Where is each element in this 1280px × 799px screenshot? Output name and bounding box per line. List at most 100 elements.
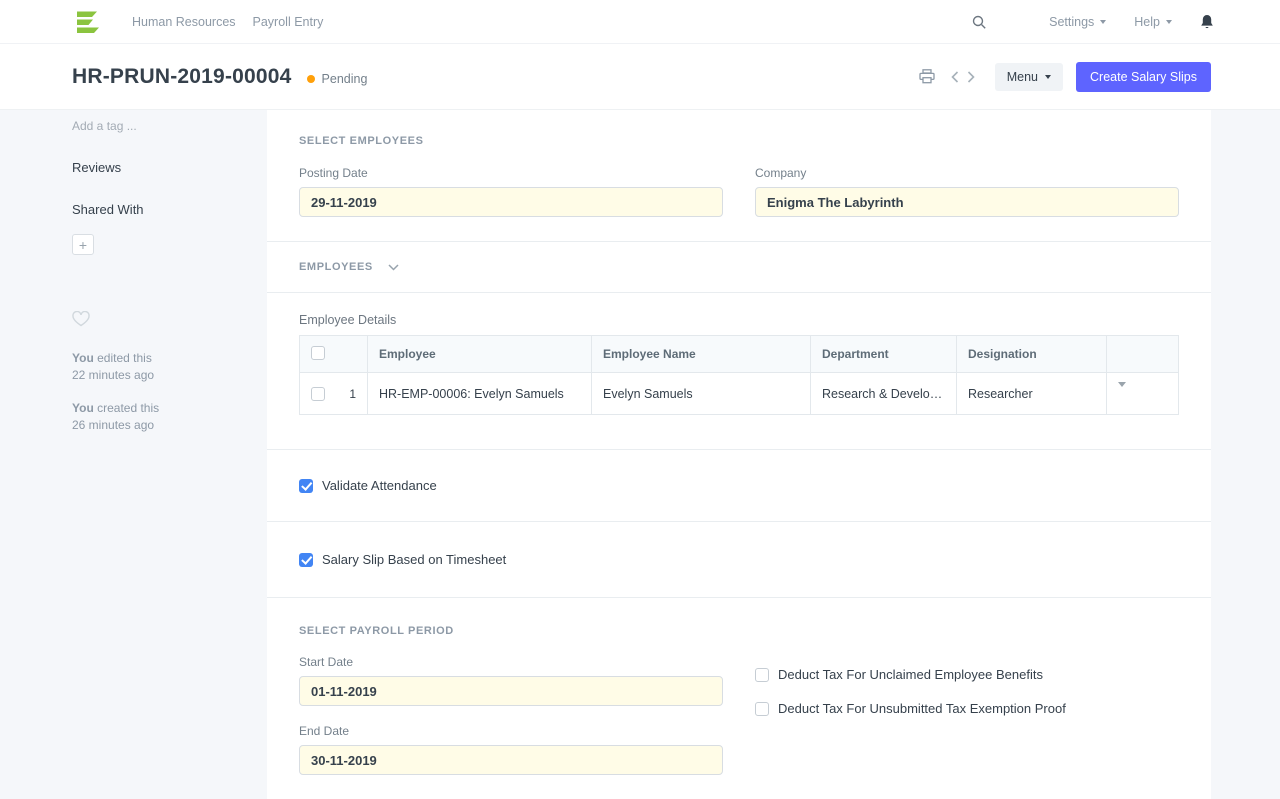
settings-menu[interactable]: Settings — [1049, 15, 1106, 29]
section-payroll-period: SELECT PAYROLL PERIOD Start Date End Dat… — [267, 598, 1211, 796]
next-record-button[interactable] — [963, 67, 979, 87]
grid-header-row: Employee Employee Name Department Design… — [300, 336, 1179, 373]
heart-icon — [72, 311, 90, 327]
navbar-actions: Settings Help — [971, 14, 1214, 30]
select-all-checkbox[interactable] — [311, 346, 325, 360]
status-dot-icon — [307, 75, 315, 83]
settings-label: Settings — [1049, 15, 1094, 29]
column-header-designation: Designation — [957, 336, 1107, 373]
help-menu[interactable]: Help — [1134, 15, 1172, 29]
end-date-field: End Date — [299, 724, 723, 775]
edited-info: You edited this 22 minutes ago — [72, 350, 252, 384]
breadcrumb-doctype[interactable]: Payroll Entry — [253, 15, 324, 29]
column-header-employee: Employee — [368, 336, 592, 373]
column-header-department: Department — [811, 336, 957, 373]
app-logo-icon — [72, 10, 102, 34]
add-tag-input[interactable]: Add a tag ... — [72, 119, 252, 133]
status-text: Pending — [322, 72, 368, 86]
posting-date-label: Posting Date — [299, 166, 723, 180]
checkbox-label: Salary Slip Based on Timesheet — [322, 552, 506, 567]
form-sidebar: Add a tag ... Reviews Shared With + You … — [72, 110, 252, 434]
cell-employee-name[interactable]: Evelyn Samuels — [592, 373, 811, 415]
checkbox-label: Deduct Tax For Unclaimed Employee Benefi… — [778, 667, 1043, 682]
navbar: Human Resources Payroll Entry Settings H… — [0, 0, 1280, 44]
checkbox-unchecked-icon[interactable] — [755, 668, 769, 682]
validate-attendance-checkbox-row[interactable]: Validate Attendance — [299, 478, 1179, 493]
row-index: 1 — [349, 387, 356, 401]
app-logo[interactable] — [72, 10, 102, 34]
sidebar-item-shared-with: Shared With — [72, 202, 252, 217]
created-action: created this — [94, 401, 159, 415]
share-add-button[interactable]: + — [72, 234, 94, 255]
salary-slip-timesheet-checkbox-row[interactable]: Salary Slip Based on Timesheet — [299, 552, 1179, 567]
company-label: Company — [755, 166, 1179, 180]
like-button[interactable] — [72, 311, 90, 327]
edited-who: You — [72, 351, 94, 365]
chevron-down-icon — [1100, 20, 1106, 24]
checkbox-label: Validate Attendance — [322, 478, 437, 493]
section-heading: SELECT EMPLOYEES — [299, 135, 1179, 147]
search-icon — [971, 14, 987, 30]
table-row: 1 HR-EMP-00006: Evelyn Samuels Evelyn Sa… — [300, 373, 1179, 415]
edited-when: 22 minutes ago — [72, 367, 252, 384]
section-select-employees: SELECT EMPLOYEES Posting Date Company — [267, 110, 1211, 242]
breadcrumb: Human Resources Payroll Entry — [132, 15, 323, 29]
section-employees-toggle[interactable]: EMPLOYEES — [267, 242, 1211, 293]
help-label: Help — [1134, 15, 1160, 29]
chevron-left-icon — [951, 71, 959, 83]
section-employee-details: Employee Details Employee Employee Name … — [267, 293, 1211, 450]
page-title: HR-PRUN-2019-00004 — [72, 65, 292, 89]
end-date-input[interactable] — [299, 745, 723, 775]
posting-date-field: Posting Date — [299, 166, 723, 217]
menu-button[interactable]: Menu — [995, 63, 1063, 91]
row-expand-icon[interactable] — [1118, 382, 1126, 401]
notifications-button[interactable] — [1200, 14, 1214, 30]
section-timesheet: Salary Slip Based on Timesheet — [267, 522, 1211, 598]
deduct-tax-unsubmitted-checkbox-row[interactable]: Deduct Tax For Unsubmitted Tax Exemption… — [755, 701, 1179, 716]
section-validate-attendance: Validate Attendance — [267, 450, 1211, 522]
start-date-field: Start Date — [299, 655, 723, 706]
cell-designation[interactable]: Researcher — [957, 373, 1107, 415]
edited-action: edited this — [94, 351, 152, 365]
cell-department[interactable]: Research & Develop... — [811, 373, 957, 415]
chevron-right-icon — [967, 71, 975, 83]
posting-date-input[interactable] — [299, 187, 723, 217]
created-info: You created this 26 minutes ago — [72, 400, 252, 434]
print-button[interactable] — [915, 65, 939, 88]
deduct-tax-unclaimed-checkbox-row[interactable]: Deduct Tax For Unclaimed Employee Benefi… — [755, 667, 1179, 682]
page-head: HR-PRUN-2019-00004 Pending Menu Create — [0, 44, 1280, 110]
checkbox-checked-icon[interactable] — [299, 553, 313, 567]
start-date-label: Start Date — [299, 655, 723, 669]
breadcrumb-module[interactable]: Human Resources — [132, 15, 236, 29]
cell-employee[interactable]: HR-EMP-00006: Evelyn Samuels — [368, 373, 592, 415]
checkbox-checked-icon[interactable] — [299, 479, 313, 493]
created-who: You — [72, 401, 94, 415]
status-badge: Pending — [307, 72, 368, 86]
section-heading: EMPLOYEES — [299, 261, 373, 273]
employee-details-label: Employee Details — [299, 313, 1179, 327]
page-actions: Menu Create Salary Slips — [915, 62, 1211, 92]
created-when: 26 minutes ago — [72, 417, 252, 434]
printer-icon — [919, 69, 935, 84]
edited-line: You edited this — [72, 350, 252, 367]
company-input[interactable] — [755, 187, 1179, 217]
column-header-employee-name: Employee Name — [592, 336, 811, 373]
bell-icon — [1200, 14, 1214, 30]
created-line: You created this — [72, 400, 252, 417]
checkbox-unchecked-icon[interactable] — [755, 702, 769, 716]
chevron-down-icon — [1166, 20, 1172, 24]
column-header-actions — [1107, 336, 1179, 373]
employee-grid: Employee Employee Name Department Design… — [299, 335, 1179, 415]
create-salary-slips-button[interactable]: Create Salary Slips — [1076, 62, 1211, 92]
section-heading: SELECT PAYROLL PERIOD — [299, 625, 1179, 637]
search-button[interactable] — [971, 14, 987, 30]
page-body: Add a tag ... Reviews Shared With + You … — [0, 110, 1280, 799]
chevron-down-icon — [1045, 75, 1051, 79]
row-checkbox[interactable] — [311, 387, 325, 401]
chevron-down-icon — [388, 264, 399, 271]
company-field: Company — [755, 166, 1179, 217]
sidebar-item-reviews: Reviews — [72, 160, 252, 175]
checkbox-label: Deduct Tax For Unsubmitted Tax Exemption… — [778, 701, 1066, 716]
start-date-input[interactable] — [299, 676, 723, 706]
prev-record-button[interactable] — [947, 67, 963, 87]
